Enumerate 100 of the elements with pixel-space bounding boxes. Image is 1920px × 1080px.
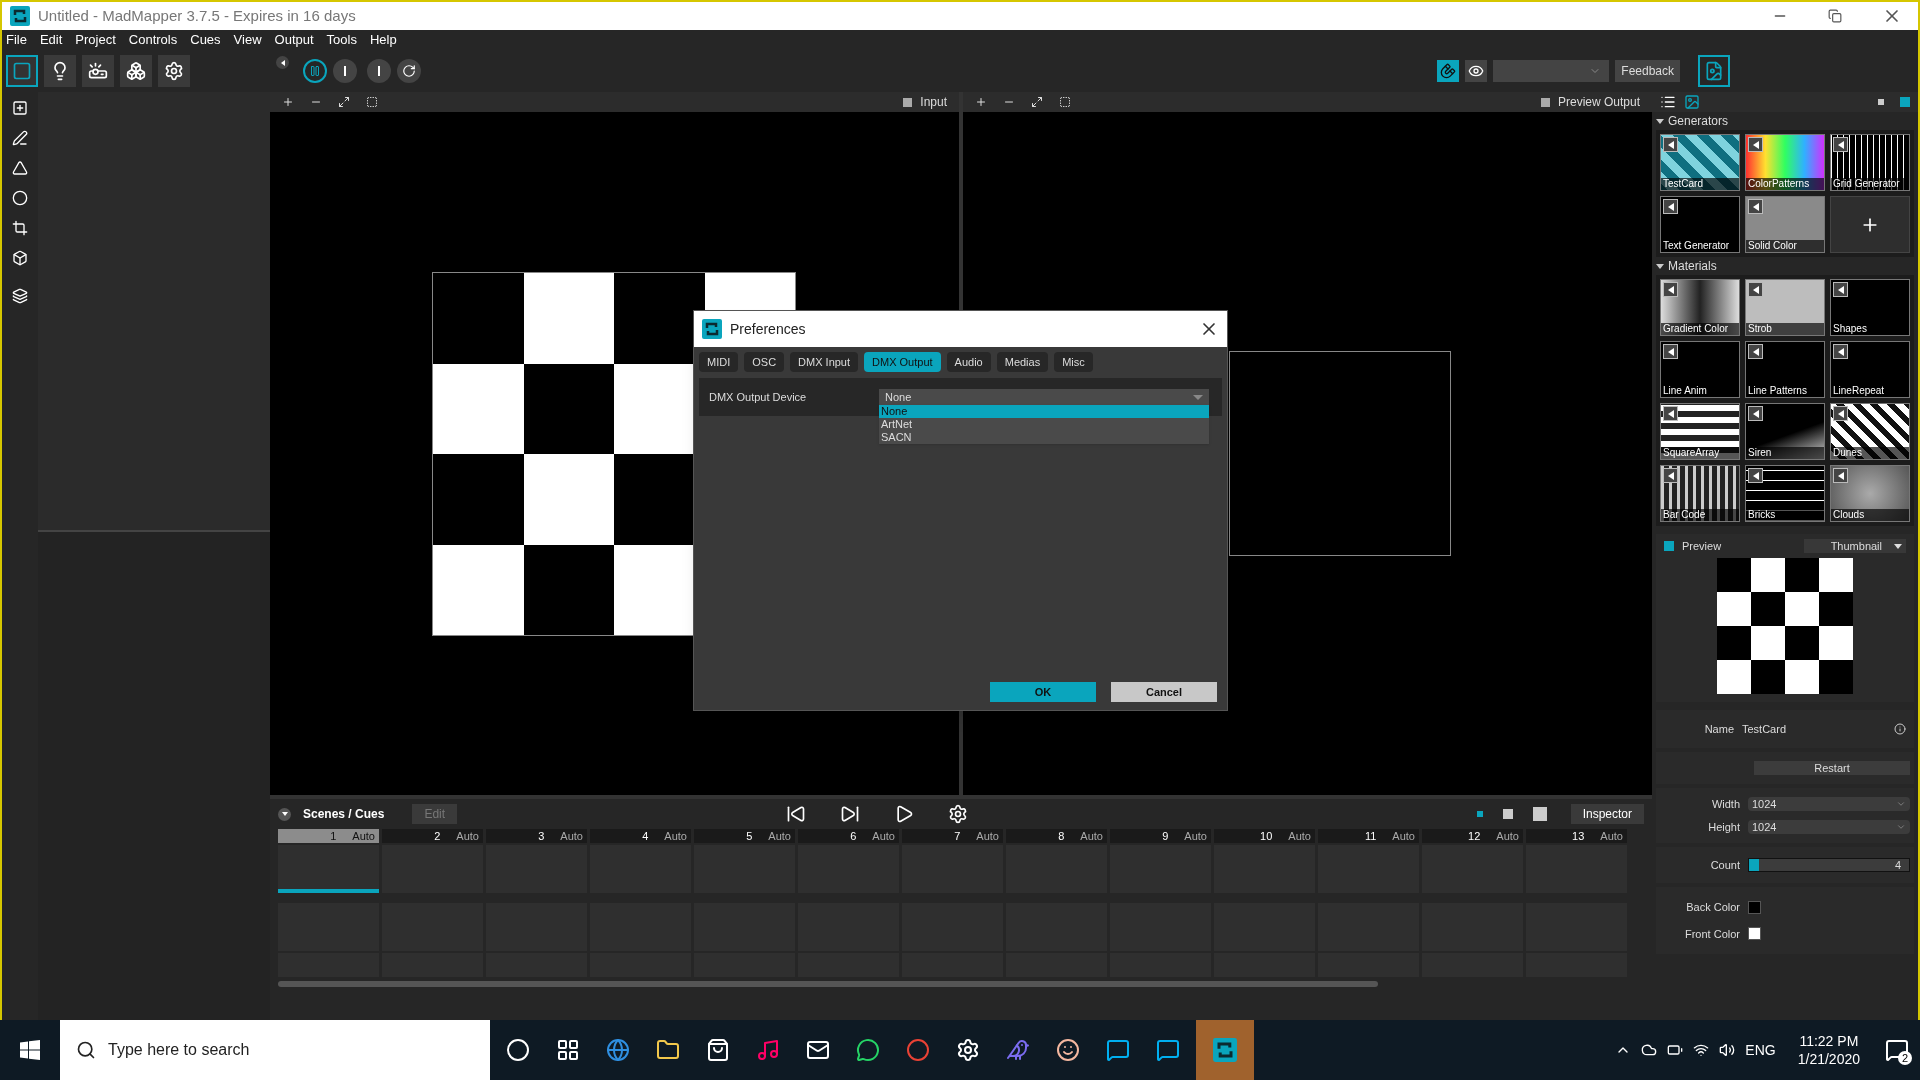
- fit-icon[interactable]: [1031, 96, 1043, 108]
- cue-header[interactable]: 10 Auto: [1214, 829, 1315, 843]
- face-icon[interactable]: [1056, 1038, 1080, 1062]
- add-quad-icon[interactable]: [12, 100, 28, 116]
- line-tool-icon[interactable]: [12, 130, 28, 146]
- restart-button[interactable]: Restart: [1754, 761, 1910, 775]
- image-icon[interactable]: [1684, 94, 1700, 110]
- media-thumbnail[interactable]: LineRepeat: [1830, 341, 1910, 398]
- dialog-tab[interactable]: DMX Input: [790, 352, 859, 372]
- media-thumbnail[interactable]: Bricks: [1745, 465, 1825, 522]
- cortana-icon[interactable]: [506, 1038, 530, 1062]
- triangle-tool-icon[interactable]: [12, 160, 28, 176]
- messenger-icon[interactable]: [1156, 1038, 1180, 1062]
- media-thumbnail[interactable]: Siren: [1745, 403, 1825, 460]
- menu-item[interactable]: Project: [75, 30, 116, 50]
- viewport-checkbox[interactable]: [903, 97, 913, 107]
- step-button[interactable]: [367, 59, 391, 83]
- lamp-button[interactable]: [44, 55, 76, 87]
- browser-icon[interactable]: [906, 1038, 930, 1062]
- cue-header[interactable]: 4 Auto: [590, 829, 691, 843]
- collapse-button[interactable]: [276, 56, 289, 69]
- zoom-in-icon[interactable]: [282, 96, 294, 108]
- media-thumbnail[interactable]: TestCard: [1660, 134, 1740, 191]
- menu-item[interactable]: Cues: [190, 30, 221, 50]
- list-icon[interactable]: [1660, 94, 1676, 110]
- dropdown-option[interactable]: None: [879, 405, 1209, 418]
- projector-button[interactable]: [82, 55, 114, 87]
- skip-forward-icon[interactable]: [839, 804, 860, 824]
- dialog-tab[interactable]: Medias: [996, 352, 1049, 372]
- cue-header[interactable]: 9 Auto: [1110, 829, 1211, 843]
- store-icon[interactable]: [706, 1038, 730, 1062]
- clock-time[interactable]: 11:22 PM: [1799, 1032, 1859, 1050]
- media-thumbnail[interactable]: Dunes: [1830, 403, 1910, 460]
- magnet-button[interactable]: [1437, 60, 1460, 82]
- menu-item[interactable]: Tools: [326, 30, 357, 50]
- music-icon[interactable]: [756, 1038, 780, 1062]
- eye-button[interactable]: [1465, 60, 1488, 82]
- dropdown-option[interactable]: ArtNet: [879, 418, 1209, 431]
- thumbnail-select[interactable]: Thumbnail: [1804, 539, 1906, 553]
- horizontal-scrollbar[interactable]: [278, 981, 1378, 987]
- clock-date[interactable]: 1/21/2020: [1797, 1050, 1860, 1068]
- media-thumbnail[interactable]: Shapes: [1830, 279, 1910, 336]
- menu-item[interactable]: Controls: [128, 30, 178, 50]
- active-app-button[interactable]: [1196, 1020, 1254, 1080]
- cue-header[interactable]: 6 Auto: [798, 829, 899, 843]
- dialog-tab[interactable]: Audio: [946, 352, 991, 372]
- battery-icon[interactable]: [1667, 1042, 1684, 1058]
- media-thumbnail[interactable]: Grid Generator: [1830, 134, 1910, 191]
- device-select[interactable]: None: [879, 389, 1209, 405]
- settings-button[interactable]: [158, 55, 190, 87]
- cube-tool-icon[interactable]: [12, 250, 28, 266]
- fit-icon[interactable]: [338, 96, 350, 108]
- collapse-toggle[interactable]: [278, 807, 291, 821]
- media-thumbnail[interactable]: ColorPatterns: [1745, 134, 1825, 191]
- menu-item[interactable]: File: [6, 30, 27, 50]
- restore-icon[interactable]: [1828, 9, 1842, 23]
- number-field[interactable]: 1024: [1748, 819, 1910, 834]
- dialog-tab[interactable]: OSC: [744, 352, 785, 372]
- cue-slot[interactable]: [278, 845, 379, 893]
- language-indicator[interactable]: ENG: [1745, 1039, 1776, 1061]
- cue-header[interactable]: 7 Auto: [902, 829, 1003, 843]
- pause-button[interactable]: [303, 59, 327, 83]
- frame-icon[interactable]: [366, 96, 378, 108]
- dropdown-field[interactable]: [1493, 60, 1610, 82]
- media-thumbnail[interactable]: Clouds: [1830, 465, 1910, 522]
- color-swatch[interactable]: [1748, 900, 1761, 914]
- color-swatch[interactable]: [1748, 927, 1761, 941]
- cue-header[interactable]: 13 Auto: [1526, 829, 1627, 843]
- crop-tool-icon[interactable]: [12, 220, 28, 236]
- search-field[interactable]: Type here to search: [60, 1020, 490, 1080]
- media-thumbnail[interactable]: Line Patterns: [1745, 341, 1825, 398]
- cue-header[interactable]: 12 Auto: [1422, 829, 1523, 843]
- inspector-button[interactable]: Inspector: [1570, 804, 1644, 824]
- dialog-tab[interactable]: DMX Output: [864, 352, 941, 372]
- settings-icon[interactable]: [947, 804, 968, 824]
- bird-icon[interactable]: [1006, 1038, 1030, 1062]
- cue-header[interactable]: 5 Auto: [694, 829, 795, 843]
- cancel-button[interactable]: Cancel: [1111, 682, 1217, 702]
- chat-icon[interactable]: [856, 1038, 880, 1062]
- cubes-button[interactable]: [120, 55, 152, 87]
- dialog-tab[interactable]: MIDI: [699, 352, 739, 372]
- menu-item[interactable]: Output: [274, 30, 314, 50]
- cue-header[interactable]: 3 Auto: [486, 829, 587, 843]
- small-view-icon[interactable]: [1476, 811, 1483, 817]
- feedback-button[interactable]: Feedback: [1615, 60, 1680, 82]
- number-field[interactable]: 1024: [1748, 797, 1910, 812]
- surface-mode-button[interactable]: [6, 55, 38, 87]
- menu-item[interactable]: View: [233, 30, 262, 50]
- preview-checkbox[interactable]: [1664, 541, 1674, 551]
- frame-icon[interactable]: [1059, 96, 1071, 108]
- export-button[interactable]: [1698, 55, 1730, 87]
- volume-icon[interactable]: [1719, 1042, 1736, 1058]
- mail-icon[interactable]: [806, 1038, 830, 1062]
- cue-header[interactable]: 11 Auto: [1318, 829, 1419, 843]
- count-slider[interactable]: 4: [1748, 858, 1910, 872]
- circle-tool-icon[interactable]: [12, 190, 28, 206]
- zoom-in-icon[interactable]: [975, 96, 987, 108]
- ok-button[interactable]: OK: [990, 682, 1096, 702]
- dialog-tab[interactable]: Misc: [1054, 352, 1093, 372]
- skip-back-icon[interactable]: [785, 804, 806, 824]
